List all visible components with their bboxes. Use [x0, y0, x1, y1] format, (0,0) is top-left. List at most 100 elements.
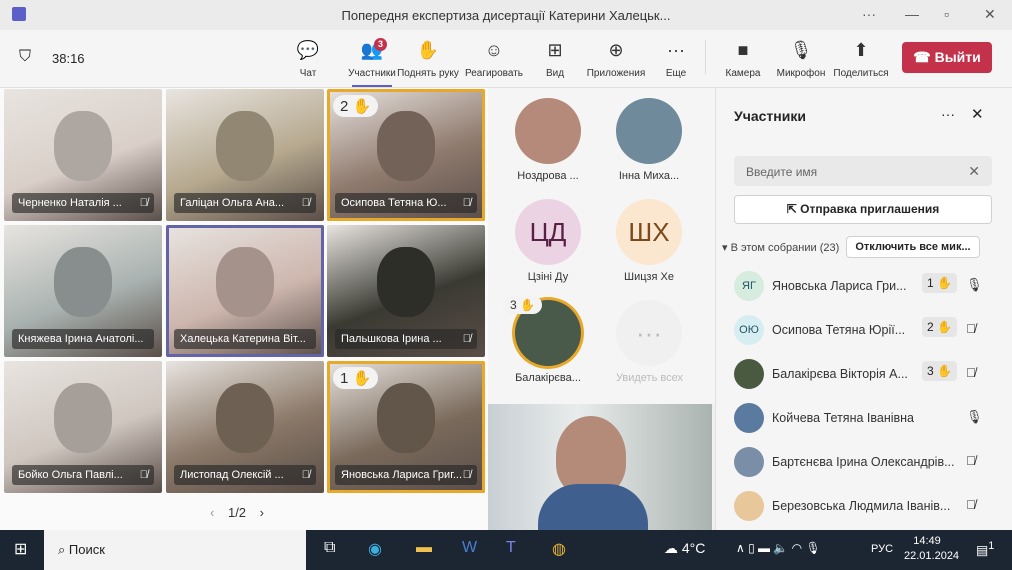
toolbar-label: Приложения [586, 68, 646, 79]
rail-participant[interactable]: ШХ Шицзя Хе [616, 199, 682, 283]
video-tile[interactable]: 1 ✋ Яновська Лариса Григ... 🎙̸ [327, 361, 485, 493]
toolbar-view-button[interactable]: ⊞ Вид [523, 38, 587, 79]
chat-icon: 💬 [296, 40, 320, 60]
file-explorer-icon[interactable]: ▬ [416, 539, 432, 557]
participant-row[interactable]: Березовська Людмила Іванів... 🎙̸ [734, 489, 994, 525]
avatar: ШХ [616, 199, 682, 265]
mic-icon: 🎙 [789, 40, 813, 60]
word-icon[interactable]: W [462, 539, 477, 557]
notification-icon[interactable]: ▤1 [976, 540, 994, 558]
search-input[interactable]: Введите имя ✕ [734, 156, 992, 186]
meeting-timer: 38:16 [52, 51, 85, 66]
search-icon: ⌕ [58, 542, 69, 557]
tray-icons[interactable]: ∧ ▯ ▬ 🔈 ◠ 🎙 [736, 541, 821, 555]
participant-row[interactable]: Балакірєва Вікторія А... 3 ✋ 🎙̸ [734, 357, 994, 393]
chrome-icon[interactable]: ◍ [552, 539, 566, 559]
participant-name: Яновська Лариса Гри... [772, 279, 907, 293]
toolbar-react-button[interactable]: ☺ Реагировать [462, 38, 526, 79]
windows-start-icon[interactable]: ⊞ [14, 539, 27, 559]
clock[interactable]: 14:49 22.01.2024 [904, 535, 959, 562]
toolbar-mic-button[interactable]: 🎙 Микрофон [769, 38, 833, 79]
toolbar-apps-button[interactable]: ⊕ Приложения [584, 38, 648, 79]
toolbar-raise-hand-button[interactable]: ✋ Поднять руку [396, 38, 460, 79]
cloud-icon: ☁ [664, 540, 682, 556]
share-icon: ⬆ [853, 40, 869, 60]
video-tile[interactable]: Листопад Олексій ... 🎙̸ [166, 361, 324, 493]
more-icon[interactable]: ··· [862, 6, 876, 22]
participant-name: Галіцан Ольга Ана... [180, 197, 285, 209]
participant-name: Осипова Тетяна Ю... [341, 197, 447, 209]
participant-row[interactable]: ОЮ Осипова Тетяна Юрії... 2 ✋ 🎙̸ [734, 313, 994, 349]
window-title: Попередня експертиза дисертації Катерини… [341, 8, 671, 23]
rail-participant[interactable]: ··· Увидеть всех [616, 300, 683, 384]
video-tile[interactable]: Бойко Ольга Павлі... 🎙̸ [4, 361, 162, 493]
more-options-icon[interactable]: ··· [941, 106, 955, 122]
toolbar-share-button[interactable]: ⬆ Поделиться [829, 38, 893, 79]
next-page-button[interactable]: › [260, 505, 264, 520]
mic-icon: 🎙 [966, 277, 983, 292]
participant-row[interactable]: Койчева Тетяна Іванівна 🎙 [734, 401, 994, 437]
minimize-button[interactable]: — [905, 6, 919, 22]
weather: ☁ 4°C [664, 540, 705, 557]
participant-row[interactable]: ЯГ Яновська Лариса Гри... 1 ✋ 🎙 [734, 269, 994, 305]
avatar [734, 491, 764, 521]
restore-button[interactable]: ▫ [944, 6, 949, 22]
self-video[interactable] [488, 404, 712, 530]
avatar [734, 359, 764, 389]
leave-button[interactable]: ☎ Выйти [902, 42, 992, 73]
avatar: ЦД [515, 199, 581, 265]
toolbar-camera-button[interactable]: ■ Камера [705, 38, 775, 79]
toolbar-participants-button[interactable]: 👥 Участники 3 [340, 38, 404, 87]
raised-hand-badge: 1 ✋ [333, 367, 379, 389]
raised-hand-badge: 2 ✋ [922, 317, 957, 337]
edge-icon[interactable]: ◉ [368, 539, 382, 559]
video-tile[interactable]: Пальшкова Ірина ... 🎙̸ [327, 225, 485, 357]
video-tile[interactable]: Галіцан Ольга Ана... 🎙̸ [166, 89, 324, 221]
mic-muted-icon: 🎙̸ [139, 197, 148, 209]
close-panel-icon[interactable]: ✕ [971, 105, 984, 123]
participant-name: Осипова Тетяна Юрії... [772, 323, 906, 337]
avatar-rail: Ноздрова ... Інна Миха... ЦД Цзіні Ду ШХ Шицз… [488, 88, 715, 404]
page-indicator: 1/2 [227, 505, 247, 520]
avatar: ··· [616, 300, 682, 366]
meeting-toolbar: ⛉ 38:16 💬 Чат 👥 Участники 3 ✋ Поднять руку ☺ Реа… [0, 30, 1012, 88]
participant-row[interactable]: Бартєнєва Ірина Олександрів... 🎙̸ [734, 445, 994, 481]
video-tile[interactable]: Халецька Катерина Віт... [166, 225, 324, 357]
tile-name-label: Яновська Лариса Григ... 🎙̸ [335, 465, 477, 485]
toolbar-more-button[interactable]: ··· Еще [644, 38, 708, 79]
avatar: ЯГ [734, 271, 764, 301]
phone-icon: ☎ [913, 49, 935, 65]
video-tile[interactable]: 2 ✋ Осипова Тетяна Ю... 🎙̸ [327, 89, 485, 221]
raised-hand-badge: 3 ✋ [503, 296, 542, 314]
invite-button[interactable]: ⇱ Отправка приглашения [734, 195, 992, 224]
participant-video [216, 111, 274, 181]
avatar [515, 98, 581, 164]
rail-participant[interactable]: Ноздрова ... [515, 98, 581, 182]
mic-muted-icon: 🎙̸ [301, 197, 310, 209]
toolbar-chat-button[interactable]: 💬 Чат [276, 38, 340, 79]
teams-icon[interactable]: T [506, 539, 516, 557]
video-tile[interactable]: Черненко Наталія ... 🎙̸ [4, 89, 162, 221]
taskbar-search[interactable]: ⌕ Поиск [44, 530, 306, 570]
close-button[interactable]: ✕ [984, 6, 996, 23]
video-tile[interactable]: Княжева Ірина Анатолі... [4, 225, 162, 357]
mic-muted-icon: 🎙̸ [966, 321, 976, 336]
participant-name: Березовська Людмила Іванів... [772, 499, 951, 513]
rail-participant[interactable]: 3 ✋ Балакірєва... [503, 296, 581, 384]
people-icon: 👥 [360, 40, 384, 60]
mic-icon: 🎙 [966, 409, 983, 424]
clear-icon[interactable]: ✕ [968, 163, 980, 180]
prev-page-button[interactable]: ‹ [210, 505, 214, 520]
more-icon: ··· [667, 40, 685, 60]
mute-all-button[interactable]: Отключить все мик... [846, 236, 980, 258]
rail-name: Інна Миха... [618, 170, 680, 182]
participant-video [377, 383, 435, 453]
language[interactable]: РУС [871, 543, 893, 555]
participant-video [216, 383, 274, 453]
task-view-icon[interactable]: ⧉ [324, 539, 335, 557]
toolbar-label: Поднять руку [397, 68, 459, 79]
rail-participant[interactable]: Інна Миха... [616, 98, 682, 182]
group-header[interactable]: ▾ В этом собрании (23) [722, 241, 839, 254]
rail-participant[interactable]: ЦД Цзіні Ду [515, 199, 581, 283]
tile-name-label: Пальшкова Ірина ... 🎙̸ [335, 329, 477, 349]
